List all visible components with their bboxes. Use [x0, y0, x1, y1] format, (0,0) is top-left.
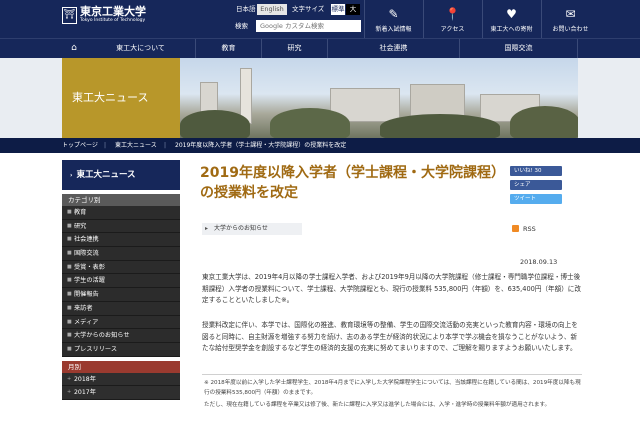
- search-label: 検索: [235, 22, 248, 30]
- logo-text-jp: 東京工業大学: [80, 5, 146, 18]
- header-link-label: 東工大への寄附: [490, 26, 533, 33]
- heart-icon: ♥: [506, 7, 517, 21]
- sidebar: › 東工大ニュース カテゴリ別 ■ 教育 ■ 研究 ■ 社会連携 ■ 国際交流 ■ 受賞・表…: [62, 160, 180, 400]
- sidebar-item-awards[interactable]: ■ 受賞・表彰: [62, 260, 180, 275]
- article-paragraph-1: 東京工業大学は、2019年4月以降の学士課程入学者、および2019年9月以降の大…: [202, 273, 581, 304]
- bullet-icon: ■: [67, 263, 72, 270]
- home-icon[interactable]: ⌂: [62, 39, 86, 58]
- breadcrumb-item-news[interactable]: 東工大ニュース: [115, 138, 157, 153]
- article-note-2: ただし、現在在籍している課程を卒業又は修了後、新たに課程に入学又は進学した場合に…: [204, 402, 551, 408]
- nav-item-about[interactable]: 東工大について: [86, 39, 196, 58]
- article-note-1: ※ 2018年度以前に入学した学士課程学生、2018年4月までに入学した大学院課…: [204, 380, 581, 396]
- bullet-icon: ■: [67, 236, 72, 243]
- sidebar-title-label: 東工大ニュース: [76, 170, 136, 180]
- header-link-admissions[interactable]: ✎ 新着入試情報: [364, 0, 422, 38]
- font-size-label: 文字サイズ: [292, 5, 325, 13]
- hero-title: 東工大ニュース: [62, 58, 180, 138]
- nav-item-international[interactable]: 国際交流: [460, 39, 578, 58]
- nav-item-education[interactable]: 教育: [196, 39, 262, 58]
- plus-icon: +: [67, 389, 72, 396]
- map-pin-icon: 📍: [445, 7, 460, 21]
- pencil-icon: ✎: [388, 7, 399, 21]
- sidebar-item-research[interactable]: ■ 研究: [62, 219, 180, 234]
- header-link-label: 新着入試情報: [375, 26, 412, 33]
- bullet-icon: ■: [67, 345, 72, 352]
- bullet-icon: ■: [67, 291, 72, 298]
- header-link-label: アクセス: [440, 26, 465, 33]
- facebook-share-button[interactable]: シェア: [510, 180, 562, 190]
- sidebar-item-press[interactable]: ■ プレスリリース: [62, 342, 180, 357]
- lang-english-button[interactable]: English: [257, 4, 287, 15]
- category-tag[interactable]: 大学からのお知らせ: [202, 223, 302, 235]
- rss-link[interactable]: RSS: [512, 223, 536, 235]
- bullet-icon: ■: [67, 209, 72, 215]
- sidebar-item-international[interactable]: ■ 国際交流: [62, 247, 180, 261]
- search-input[interactable]: [256, 20, 361, 32]
- breadcrumb-item-current: 2019年度以降入学者（学士課程・大学院課程）の授業料を改定: [175, 142, 347, 149]
- header-link-label: お問い合わせ: [552, 26, 589, 33]
- nav-item-research[interactable]: 研究: [262, 39, 328, 58]
- logo-mark-icon: ⛩: [62, 6, 77, 24]
- mail-icon: ✉: [565, 7, 576, 21]
- bullet-icon: ■: [67, 318, 72, 325]
- nav-item-collaboration[interactable]: 社会連携: [328, 39, 460, 58]
- bullet-icon: ■: [67, 304, 72, 311]
- bullet-icon: ■: [67, 332, 72, 339]
- plus-icon: +: [67, 375, 72, 382]
- tweet-button[interactable]: ツイート: [510, 194, 562, 204]
- chevron-right-icon: ›: [70, 172, 73, 179]
- rss-icon: [512, 225, 519, 232]
- main-nav: ⌂ 東工大について 教育 研究 社会連携 国際交流: [0, 38, 640, 58]
- social-buttons: いいね! 30 シェア ツイート: [510, 166, 562, 208]
- header-link-donation[interactable]: ♥ 東工大への寄附: [482, 0, 540, 38]
- sidebar-item-2017[interactable]: +2017年: [62, 386, 180, 400]
- font-size-standard-button[interactable]: 標準: [331, 4, 345, 15]
- header-link-access[interactable]: 📍 アクセス: [423, 0, 481, 38]
- tag-icon: ▸: [205, 225, 209, 232]
- sidebar-month-heading: 月別: [62, 360, 180, 373]
- site-logo[interactable]: ⛩ 東京工業大学 Tokyo Institute of Technology: [62, 6, 146, 24]
- sidebar-item-2018[interactable]: +2018年: [62, 372, 180, 387]
- bullet-icon: ■: [67, 222, 72, 229]
- sidebar-item-notices[interactable]: ■ 大学からのお知らせ: [62, 329, 180, 343]
- rss-label: RSS: [523, 225, 536, 233]
- sidebar-item-students[interactable]: ■ 学生の活躍: [62, 274, 180, 289]
- bullet-icon: ■: [67, 277, 72, 284]
- font-size-large-button[interactable]: 大: [346, 4, 360, 15]
- divider: [202, 374, 582, 375]
- breadcrumb-item-top[interactable]: トップページ: [62, 138, 98, 153]
- bullet-icon: ■: [67, 250, 72, 257]
- article-title: 2019年度以降入学者（学士課程・大学院課程）の授業料を改定: [200, 165, 498, 201]
- sidebar-item-media[interactable]: ■ メディア: [62, 315, 180, 330]
- logo-text-en: Tokyo Institute of Technology: [80, 18, 146, 23]
- breadcrumb-separator: |: [164, 142, 167, 149]
- sidebar-item-reports[interactable]: ■ 開催報告: [62, 288, 180, 302]
- article-date: 2018.09.13: [520, 258, 558, 266]
- header-link-contact[interactable]: ✉ お問い合わせ: [541, 0, 599, 38]
- lang-japanese-button[interactable]: 日本語: [233, 4, 259, 15]
- sidebar-category-heading: カテゴリ別: [62, 194, 180, 206]
- sidebar-title[interactable]: › 東工大ニュース: [62, 160, 180, 190]
- campus-photo: [180, 58, 578, 138]
- breadcrumb-separator: |: [104, 142, 107, 149]
- facebook-like-button[interactable]: いいね! 30: [510, 166, 562, 176]
- sidebar-item-collaboration[interactable]: ■ 社会連携: [62, 233, 180, 248]
- sidebar-item-visitors[interactable]: ■ 来訪者: [62, 301, 180, 316]
- sidebar-item-education[interactable]: ■ 教育: [62, 206, 180, 220]
- article-paragraph-2: 授業料改定に伴い、本学では、国際化の推進、教育環境等の整備、学生の国際交流活動の…: [202, 321, 578, 352]
